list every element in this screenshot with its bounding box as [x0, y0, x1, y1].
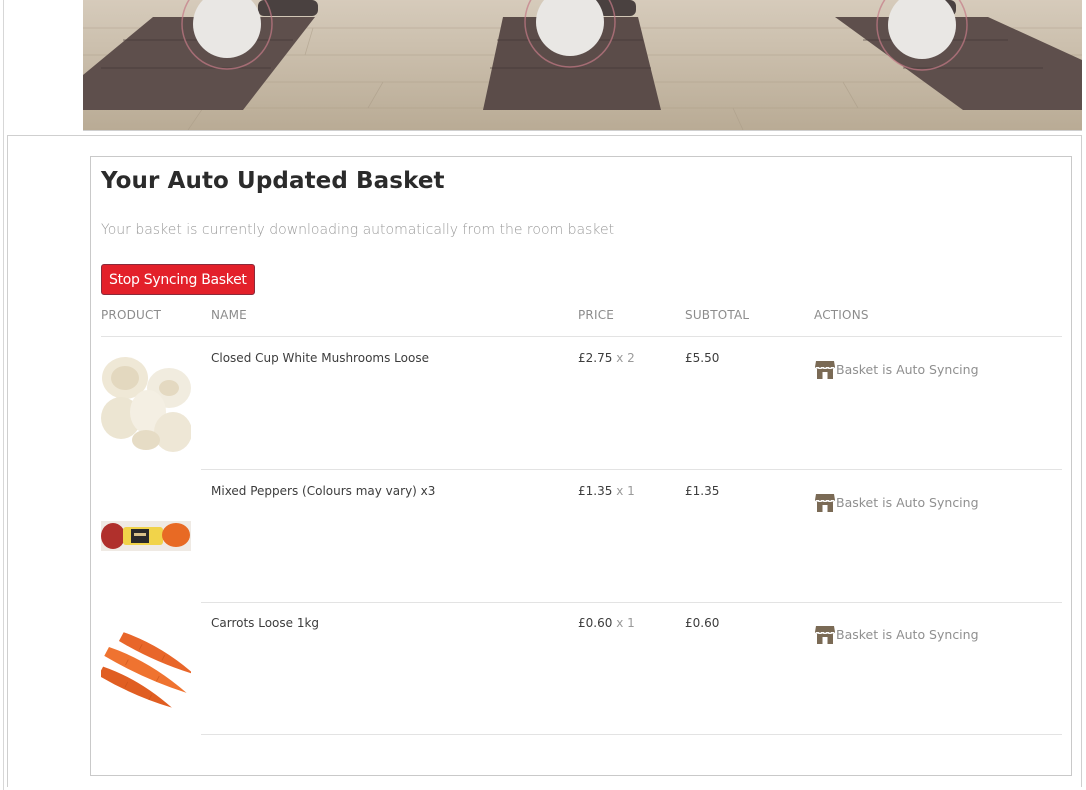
store-icon	[815, 626, 835, 644]
mushrooms-product-image	[101, 357, 191, 452]
row-divider	[201, 734, 1062, 735]
peppers-product-image	[101, 521, 191, 551]
unit-price: £2.75	[578, 351, 613, 365]
store-icon	[815, 494, 835, 512]
unit-price: £1.35	[578, 484, 613, 498]
store-icon	[815, 361, 835, 379]
auto-sync-label: Basket is Auto Syncing	[836, 361, 979, 377]
column-header-product: PRODUCT	[101, 308, 162, 322]
auto-sync-status: Basket is Auto Syncing	[814, 358, 979, 380]
product-name: Closed Cup White Mushrooms Loose	[211, 351, 429, 365]
unit-price: £0.60	[578, 616, 613, 630]
auto-sync-status: Basket is Auto Syncing	[814, 491, 979, 513]
product-subtotal: £5.50	[685, 351, 720, 365]
row-divider	[201, 469, 1062, 470]
auto-sync-label: Basket is Auto Syncing	[836, 626, 979, 642]
table-row: Mixed Peppers (Colours may vary) x3 £1.3…	[91, 471, 1073, 603]
basket-title: Your Auto Updated Basket	[101, 168, 445, 194]
column-header-price: PRICE	[578, 308, 615, 322]
page-left-border	[3, 0, 4, 790]
quantity: x 1	[616, 616, 635, 630]
table-row: Closed Cup White Mushrooms Loose £2.75 x…	[91, 338, 1073, 470]
quantity: x 2	[616, 351, 635, 365]
hero-banner-image	[83, 0, 1082, 131]
product-price: £1.35 x 1	[578, 484, 635, 498]
product-subtotal: £1.35	[685, 484, 720, 498]
product-name: Mixed Peppers (Colours may vary) x3	[211, 484, 436, 498]
column-header-name: NAME	[211, 308, 247, 322]
product-name: Carrots Loose 1kg	[211, 616, 320, 630]
column-header-actions: ACTIONS	[814, 308, 869, 322]
basket-card: Your Auto Updated Basket Your basket is …	[90, 156, 1072, 776]
product-price: £2.75 x 2	[578, 351, 635, 365]
basket-sync-status-text: Your basket is currently downloading aut…	[101, 222, 615, 238]
product-price: £0.60 x 1	[578, 616, 635, 630]
carrots-product-image	[101, 632, 191, 708]
auto-sync-label: Basket is Auto Syncing	[836, 494, 979, 510]
header-divider	[101, 336, 1062, 337]
column-header-subtotal: SUBTOTAL	[685, 308, 750, 322]
table-row: Carrots Loose 1kg £0.60 x 1 £0.60 Basket…	[91, 603, 1073, 735]
stop-syncing-basket-button[interactable]: Stop Syncing Basket	[101, 264, 255, 295]
product-subtotal: £0.60	[685, 616, 720, 630]
auto-sync-status: Basket is Auto Syncing	[814, 623, 979, 645]
quantity: x 1	[616, 484, 635, 498]
